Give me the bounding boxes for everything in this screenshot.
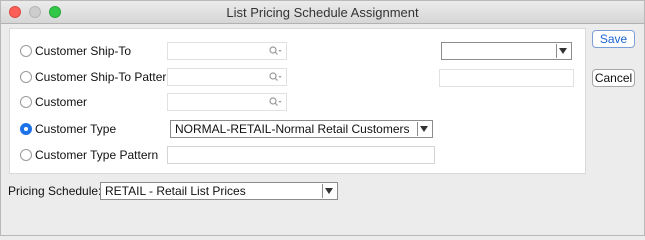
pricing-schedule-label: Pricing Schedule: (8, 184, 102, 198)
customer-type-pattern-field[interactable] (167, 146, 435, 164)
customer-field[interactable] (167, 93, 287, 111)
save-button[interactable]: Save (592, 30, 635, 48)
option-label: Customer Type (35, 122, 117, 136)
radio-customer-type[interactable] (20, 123, 32, 135)
option-customer-type-pattern[interactable]: Customer Type Pattern (20, 146, 158, 164)
magnifier-dropdown-icon[interactable] (268, 45, 282, 57)
customer-ship-to-field[interactable] (167, 42, 287, 60)
option-label: Customer Ship-To (35, 44, 132, 58)
radio-customer-ship-to-pattern[interactable] (20, 71, 32, 83)
magnifier-dropdown-icon[interactable] (268, 71, 282, 83)
right-pattern-field[interactable] (439, 69, 574, 87)
option-customer[interactable]: Customer (20, 93, 87, 111)
option-label: Customer Type Pattern (35, 148, 159, 162)
option-customer-type[interactable]: Customer Type (20, 120, 116, 138)
pricing-schedule-value: RETAIL - Retail List Prices (105, 184, 246, 198)
pricing-schedule-select[interactable]: RETAIL - Retail List Prices (100, 182, 338, 200)
chevron-down-icon[interactable] (322, 184, 335, 198)
option-customer-ship-to-pattern[interactable]: Customer Ship-To Pattern (20, 68, 173, 86)
radio-customer-ship-to[interactable] (20, 45, 32, 57)
chevron-down-icon[interactable] (556, 44, 569, 58)
pricing-schedule-window: List Pricing Schedule Assignment Custome… (0, 0, 645, 236)
chevron-down-icon[interactable] (417, 122, 430, 136)
title-bar: List Pricing Schedule Assignment (1, 1, 644, 24)
window-title: List Pricing Schedule Assignment (226, 5, 419, 20)
option-label: Customer Ship-To Pattern (35, 70, 174, 84)
radio-customer-type-pattern[interactable] (20, 149, 32, 161)
customer-ship-to-pattern-field[interactable] (167, 68, 287, 86)
cancel-button[interactable]: Cancel (592, 69, 635, 87)
radio-customer[interactable] (20, 96, 32, 108)
right-select[interactable] (441, 42, 572, 60)
criteria-panel: Customer Ship-To Customer Ship-To Patter… (9, 28, 586, 174)
option-label: Customer (35, 95, 88, 109)
magnifier-dropdown-icon[interactable] (268, 96, 282, 108)
customer-type-value: NORMAL-RETAIL-Normal Retail Customers (175, 122, 410, 136)
customer-type-select[interactable]: NORMAL-RETAIL-Normal Retail Customers (170, 120, 433, 138)
option-customer-ship-to[interactable]: Customer Ship-To (20, 42, 131, 60)
